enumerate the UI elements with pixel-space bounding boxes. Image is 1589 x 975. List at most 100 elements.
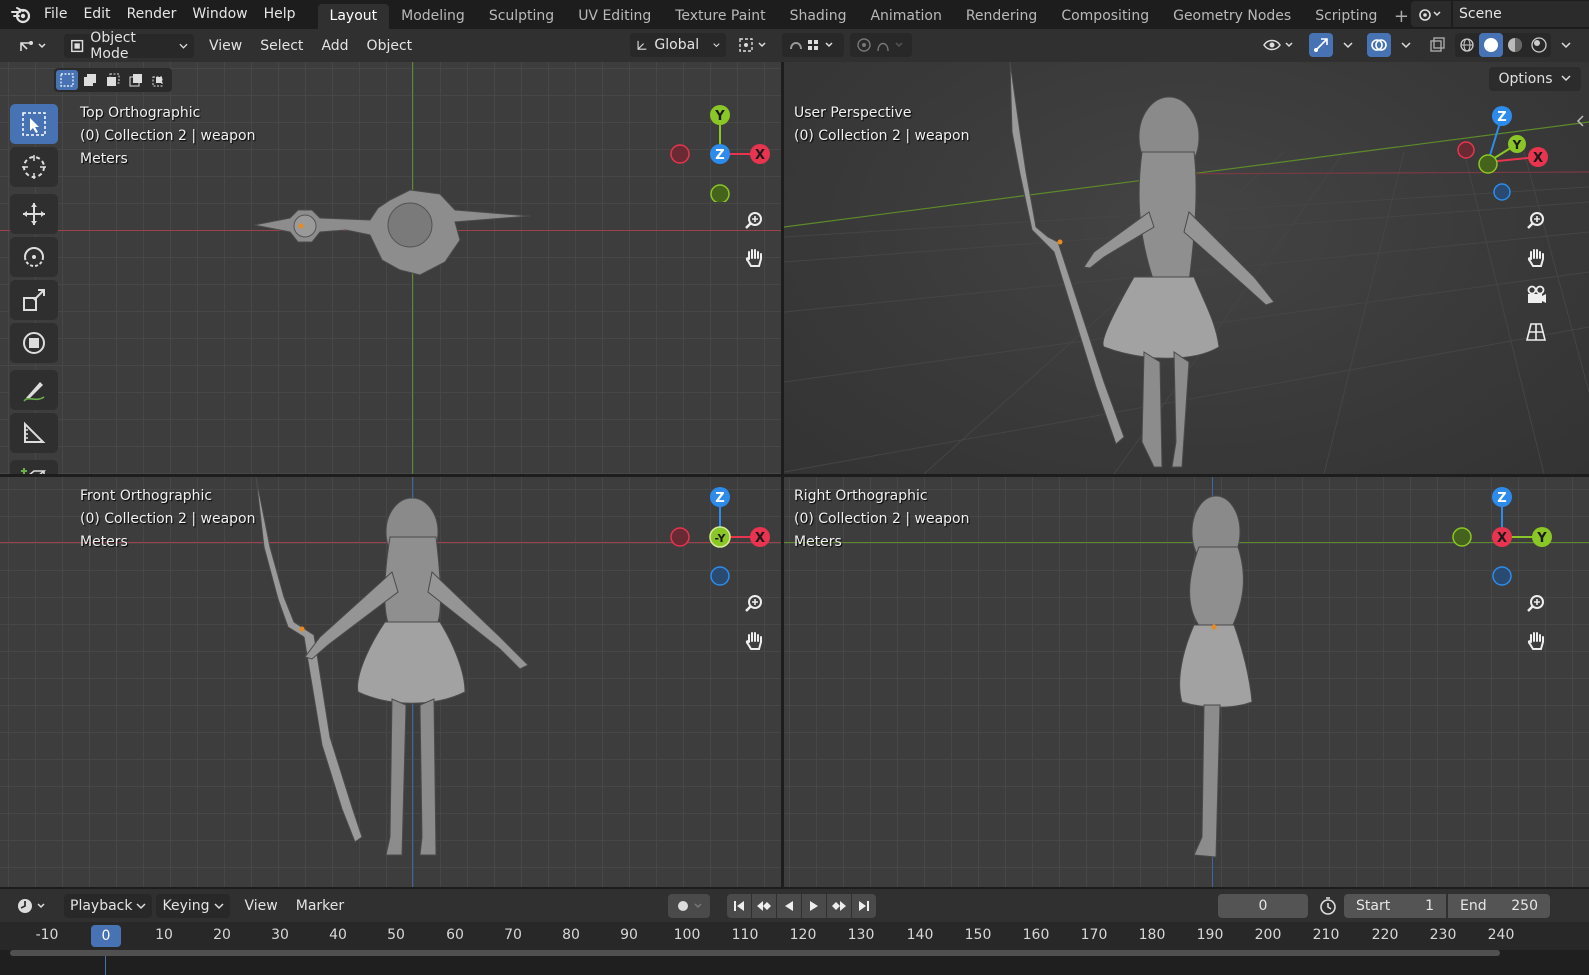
tool-annotate[interactable] <box>10 370 58 410</box>
tool-move[interactable] <box>10 194 58 234</box>
jump-to-end-button[interactable] <box>852 894 876 918</box>
tab-modeling[interactable]: Modeling <box>389 4 477 29</box>
tab-shading[interactable]: Shading <box>778 4 859 29</box>
pan-button[interactable] <box>739 243 769 273</box>
timeline-ruler[interactable]: -10 0 10 20 30 40 50 60 70 80 90 100 110… <box>0 922 1589 950</box>
timeline-scrollbar[interactable] <box>10 950 1500 956</box>
tool-scale[interactable] <box>10 280 58 320</box>
timeline-track-area[interactable] <box>0 950 1589 975</box>
viewport-divider-horizontal[interactable] <box>0 474 1589 477</box>
scene-browse-button[interactable] <box>1411 1 1451 27</box>
viewport-right-orthographic[interactable]: Right Orthographic (0) Collection 2 | we… <box>784 477 1589 887</box>
navigation-gizmo[interactable]: Y X Z <box>670 102 770 202</box>
preview-range-button[interactable] <box>1316 894 1340 918</box>
tab-rendering[interactable]: Rendering <box>954 4 1050 29</box>
select-new-button[interactable] <box>56 70 78 90</box>
camera-view-button[interactable] <box>1521 280 1551 310</box>
play-reverse-button[interactable] <box>777 894 801 918</box>
wireframe-shading-button[interactable] <box>1455 33 1479 57</box>
pan-button[interactable] <box>1521 626 1551 656</box>
solid-shading-button[interactable] <box>1479 33 1503 57</box>
zoom-button[interactable] <box>739 589 769 619</box>
menu-object[interactable]: Object <box>358 38 422 54</box>
tool-transform[interactable] <box>10 323 58 363</box>
xray-toggle-button[interactable] <box>1425 33 1449 57</box>
tab-geometry-nodes[interactable]: Geometry Nodes <box>1161 4 1303 29</box>
mode-selector[interactable]: Object Mode <box>64 30 194 62</box>
navigation-gizmo[interactable]: Z Y X <box>1452 487 1552 587</box>
snap-toggle-button[interactable] <box>782 33 844 57</box>
select-intersect-button[interactable] <box>148 70 170 90</box>
zoom-button[interactable] <box>1521 589 1551 619</box>
gizmo-toggle-button[interactable] <box>1309 33 1333 57</box>
menu-select[interactable]: Select <box>251 38 312 54</box>
auto-keying-button[interactable] <box>668 894 710 918</box>
frame-playhead[interactable]: 0 <box>91 925 121 947</box>
material-shading-button[interactable] <box>1503 33 1527 57</box>
jump-keyframe-back-button[interactable] <box>752 894 776 918</box>
select-invert-button[interactable] <box>125 70 147 90</box>
measure-icon <box>24 421 46 443</box>
menu-add[interactable]: Add <box>312 38 357 54</box>
select-extend-button[interactable] <box>79 70 101 90</box>
options-dropdown[interactable]: Options <box>1488 67 1581 91</box>
timeline-menu-view[interactable]: View <box>236 898 287 914</box>
menu-view[interactable]: View <box>200 38 251 54</box>
timeline-menu-marker[interactable]: Marker <box>287 898 353 914</box>
tab-uv-editing[interactable]: UV Editing <box>566 4 663 29</box>
timeline-editor-type-button[interactable] <box>10 894 56 918</box>
zoom-button[interactable] <box>739 206 769 236</box>
viewport-front-orthographic[interactable]: Front Orthographic (0) Collection 2 | we… <box>0 477 781 887</box>
viewport-top-orthographic[interactable]: Top Orthographic (0) Collection 2 | weap… <box>0 62 781 474</box>
menu-file[interactable]: File <box>36 0 75 29</box>
pan-button[interactable] <box>739 626 769 656</box>
jump-keyframe-forward-button[interactable] <box>827 894 851 918</box>
current-frame-field[interactable]: 0 <box>1218 894 1308 918</box>
visibility-button[interactable] <box>1257 33 1303 57</box>
tool-rotate[interactable] <box>10 237 58 277</box>
chevron-down-icon[interactable] <box>1561 40 1571 50</box>
tool-cursor[interactable] <box>10 147 58 187</box>
chevron-down-icon[interactable] <box>1401 40 1411 50</box>
start-frame-field[interactable]: Start 1 <box>1344 894 1446 918</box>
blender-logo-icon[interactable] <box>6 0 36 29</box>
scene-name-field[interactable]: Scene <box>1453 1 1589 27</box>
menu-render[interactable]: Render <box>119 0 185 29</box>
projection-toggle-button[interactable] <box>1521 317 1551 347</box>
tab-texture-paint[interactable]: Texture Paint <box>663 4 777 29</box>
pan-button[interactable] <box>1521 243 1551 273</box>
tab-sculpting[interactable]: Sculpting <box>477 4 566 29</box>
editor-type-button[interactable] <box>12 34 56 58</box>
tool-measure[interactable] <box>10 413 58 453</box>
tab-compositing[interactable]: Compositing <box>1049 4 1161 29</box>
navigation-gizmo[interactable]: Z X -Y <box>670 487 770 587</box>
zoom-button[interactable] <box>1521 206 1551 236</box>
keying-menu[interactable]: Keying <box>156 893 230 918</box>
overlays-toggle-button[interactable] <box>1367 33 1391 57</box>
pivot-point-button[interactable] <box>732 33 776 57</box>
transform-orientation-selector[interactable]: Global <box>630 33 726 57</box>
proportional-edit-button[interactable] <box>850 33 912 57</box>
tool-select-box[interactable] <box>10 104 58 144</box>
menu-window[interactable]: Window <box>184 0 255 29</box>
viewport-user-perspective[interactable]: User Perspective (0) Collection 2 | weap… <box>784 62 1589 474</box>
select-new-icon <box>60 73 74 87</box>
rendered-shading-button[interactable] <box>1527 33 1551 57</box>
tab-animation[interactable]: Animation <box>858 4 953 29</box>
viewport-info-overlay: User Perspective (0) Collection 2 | weap… <box>794 102 969 148</box>
playback-menu[interactable]: Playback <box>64 893 153 918</box>
menu-edit[interactable]: Edit <box>75 0 118 29</box>
play-button[interactable] <box>802 894 826 918</box>
ruler-tick-label: -10 <box>35 927 59 943</box>
tab-layout[interactable]: Layout <box>317 4 390 29</box>
end-frame-field[interactable]: End 250 <box>1448 894 1550 918</box>
viewport-divider-vertical[interactable] <box>781 62 784 887</box>
tab-scripting[interactable]: Scripting <box>1303 4 1389 29</box>
select-subtract-button[interactable] <box>102 70 124 90</box>
menu-help[interactable]: Help <box>256 0 304 29</box>
navigation-gizmo[interactable]: Z Y X <box>1452 102 1552 202</box>
chevron-down-icon[interactable] <box>1343 40 1353 50</box>
sidebar-toggle-icon[interactable] <box>1575 114 1585 128</box>
add-workspace-icon[interactable]: + <box>1389 4 1413 29</box>
jump-to-start-button[interactable] <box>727 894 751 918</box>
